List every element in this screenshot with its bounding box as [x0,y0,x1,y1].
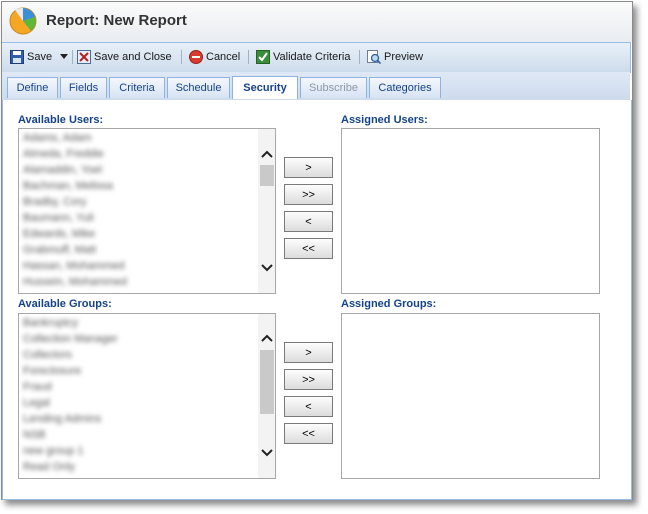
tab-security[interactable]: Security [232,76,298,99]
scroll-thumb[interactable] [260,165,274,186]
list-item[interactable]: Hassan, Mohammed [23,260,125,274]
save-close-icon [77,50,91,64]
security-panel: Available Users: Assigned Users: Adams, … [2,100,632,500]
chevron-down-icon [60,54,68,59]
list-item[interactable]: Almeda, Freddie [23,148,104,162]
report-window: Report: New Report Save Save and Close C… [1,1,633,500]
cancel-icon [189,50,203,64]
list-item[interactable]: Alamaddin, Yoel [23,164,102,178]
list-item[interactable]: Legal [23,397,50,411]
assigned-groups-label: Assigned Groups: [341,298,437,310]
preview-button[interactable]: Preview [367,48,423,66]
list-item[interactable]: Grabmuff, Matt [23,244,96,258]
save-and-close-button[interactable]: Save and Close [77,48,172,66]
list-item[interactable]: Read Only [23,461,75,475]
available-groups-label: Available Groups: [18,298,112,310]
tab-criteria[interactable]: Criteria [109,77,165,98]
tab-categories[interactable]: Categories [369,77,441,98]
toolbar: Save Save and Close Cancel Validate Crit… [2,42,631,73]
save-options-dropdown[interactable] [60,48,71,66]
chevron-up-icon [260,334,273,342]
list-item[interactable]: Baumann, Yuli [23,212,94,226]
report-logo-icon [9,7,37,35]
list-item[interactable]: Collection Manager [23,333,118,347]
window-title: Report: New Report [46,12,187,29]
list-item[interactable]: Fraud [23,381,52,395]
scroll-up-arrow[interactable] [258,331,275,345]
tab-bar: Define Fields Criteria Schedule Security… [2,72,630,101]
available-users-list[interactable]: Adams, Adam Almeda, Freddie Alamaddin, Y… [18,128,276,294]
list-item[interactable]: NSB [23,429,46,443]
add-user-button[interactable]: > [284,157,333,178]
list-item[interactable]: Bankruptcy [23,317,78,331]
assigned-users-list[interactable] [341,128,600,294]
list-item[interactable]: Adams, Adam [23,132,91,146]
list-item[interactable]: Collectors [23,349,72,363]
assigned-groups-list[interactable] [341,313,600,479]
list-item[interactable]: Edwards, Mike [23,228,95,242]
list-item[interactable]: Foreclosure [23,365,81,379]
available-users-label: Available Users: [18,114,104,126]
tab-fields[interactable]: Fields [60,77,107,98]
remove-group-button[interactable]: < [284,396,333,417]
checkmark-icon [256,50,270,64]
save-label: Save [27,51,53,63]
chevron-up-icon [260,150,273,158]
remove-all-groups-button[interactable]: << [284,423,333,444]
list-item[interactable]: Hussein, Mohammed [23,276,127,290]
remove-user-button[interactable]: < [284,211,333,232]
title-bar: Report: New Report [2,2,632,42]
save-button[interactable]: Save [10,48,52,66]
cancel-label: Cancel [206,51,241,63]
list-item[interactable]: Bradby, Cory [23,196,86,210]
scroll-down-arrow[interactable] [258,446,275,460]
magnifier-icon [367,50,381,64]
users-scrollbar[interactable] [258,129,275,293]
cancel-button[interactable]: Cancel [189,48,240,66]
list-item[interactable]: new group 1 [23,445,84,459]
scroll-down-arrow[interactable] [258,261,275,275]
list-item[interactable]: Lending Admins [23,413,101,427]
validate-criteria-label: Validate Criteria [273,51,351,63]
scroll-thumb[interactable] [260,350,274,414]
available-groups-list[interactable]: Bankruptcy Collection Manager Collectors… [18,313,276,479]
validate-criteria-button[interactable]: Validate Criteria [256,48,350,66]
list-item[interactable]: Bachman, Melissa [23,180,113,194]
tab-schedule[interactable]: Schedule [167,77,230,98]
scroll-up-arrow[interactable] [258,147,275,161]
groups-scrollbar[interactable] [258,314,275,478]
remove-all-users-button[interactable]: << [284,238,333,259]
preview-label: Preview [384,51,424,63]
add-all-users-button[interactable]: >> [284,184,333,205]
tab-define[interactable]: Define [7,77,58,98]
chevron-down-icon [260,449,273,457]
tab-subscribe: Subscribe [300,77,367,98]
add-group-button[interactable]: > [284,342,333,363]
chevron-down-icon [260,264,273,272]
save-and-close-label: Save and Close [94,51,172,63]
floppy-disk-icon [10,50,24,64]
add-all-groups-button[interactable]: >> [284,369,333,390]
assigned-users-label: Assigned Users: [341,114,428,126]
